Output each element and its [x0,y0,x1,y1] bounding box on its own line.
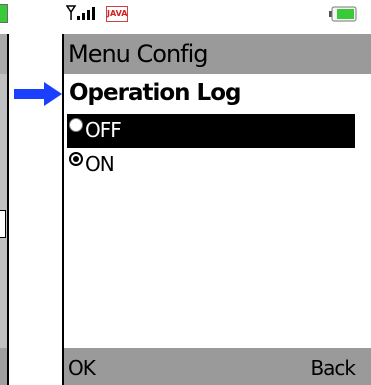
signal-strength-icon [66,5,95,20]
radio-unchecked-icon[interactable] [69,118,83,132]
status-bar: JAVA [62,0,371,34]
softkey-bar: OK Back [62,348,371,385]
option-on-label: ON [85,152,115,176]
back-softkey[interactable]: Back [310,356,356,380]
phone-screen: JAVA Menu Config Operation Log OFF ON OK [62,0,371,385]
previous-screen-fragment [0,0,9,385]
option-on[interactable]: ON [67,148,355,182]
previous-screen-edge [7,74,9,385]
radio-checked-icon[interactable] [69,152,83,166]
java-badge-icon: JAVA [106,6,128,22]
screenshot-canvas: JAVA Menu Config Operation Log OFF ON OK [0,0,371,385]
previous-field-fragment [0,210,6,238]
form-content: Operation Log OFF ON [62,74,371,348]
title-bar: Menu Config [62,34,371,74]
right-arrow-icon [14,82,62,106]
option-off-label: OFF [85,118,122,142]
option-off[interactable]: OFF [67,114,355,148]
screen-title: Menu Config [68,40,209,68]
previous-softkey-strip [0,348,7,385]
previous-title-strip [0,34,9,74]
choice-group-label: Operation Log [69,80,241,106]
ok-softkey[interactable]: OK [68,356,96,380]
previous-battery-icon [0,4,8,23]
battery-icon [329,6,357,22]
